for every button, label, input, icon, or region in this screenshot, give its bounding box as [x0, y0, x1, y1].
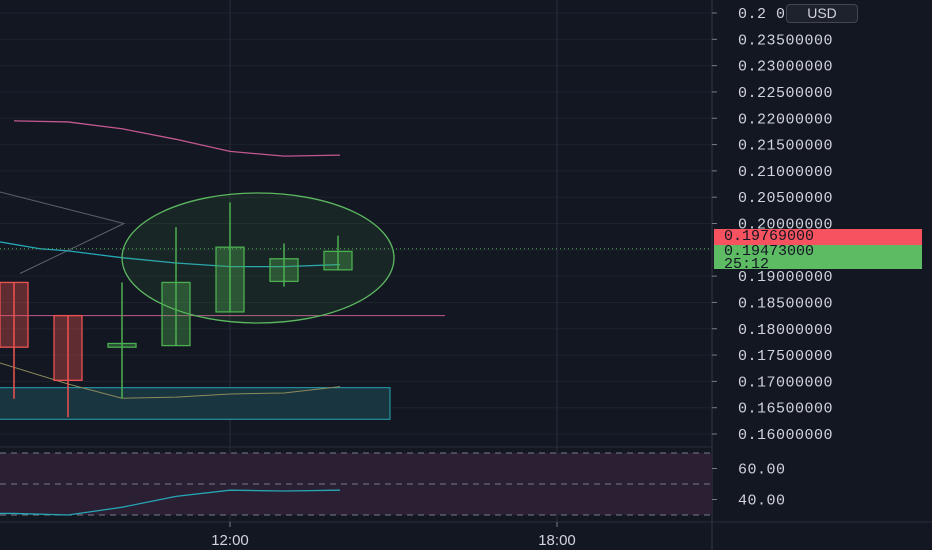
price-tick-label: 0.17500000: [738, 348, 833, 365]
price-tick-label: 0.18000000: [738, 322, 833, 339]
candle-body: [215, 246, 245, 313]
price-tick-label: 0.21000000: [738, 164, 833, 181]
chart-canvas[interactable]: 0.2 0000000.235000000.230000000.22500000…: [0, 0, 932, 550]
price-tick-label: 0.17000000: [738, 374, 833, 391]
candle-body: [53, 314, 83, 381]
price-tick-label: 0.22000000: [738, 111, 833, 128]
pink-moving-average: [13, 120, 341, 157]
candle-body: [161, 281, 191, 347]
triangle-drawing: [0, 191, 126, 274]
currency-badge[interactable]: USD: [786, 4, 858, 23]
current-price-badge: 0.19473000 25:12: [714, 244, 922, 273]
bar-countdown: 25:12: [724, 256, 770, 273]
price-tick-label: 0.18500000: [738, 295, 833, 312]
candle-body: [0, 281, 29, 348]
time-axis[interactable]: 12:00 18:00: [211, 522, 576, 549]
zone-box: [0, 387, 391, 420]
time-tick-label: 18:00: [538, 532, 576, 549]
price-tick-label: 0.23500000: [738, 32, 833, 49]
price-tick-label: 0.21500000: [738, 138, 833, 155]
price-tick-label: 0.20500000: [738, 190, 833, 207]
price-tick-label: 0.16000000: [738, 427, 833, 444]
oscillator-pane: [0, 452, 712, 516]
oscillator-tick-label: 60.00: [738, 462, 786, 479]
candle-body: [107, 342, 137, 348]
time-tick-label: 12:00: [211, 532, 249, 549]
price-tick-label: 0.16500000: [738, 401, 833, 418]
price-tick-label: 0.22500000: [738, 85, 833, 102]
candle-body: [323, 250, 353, 271]
price-tick-label: 0.23000000: [738, 59, 833, 76]
oscillator-tick-label: 40.00: [738, 493, 786, 510]
candle-body: [269, 258, 299, 283]
